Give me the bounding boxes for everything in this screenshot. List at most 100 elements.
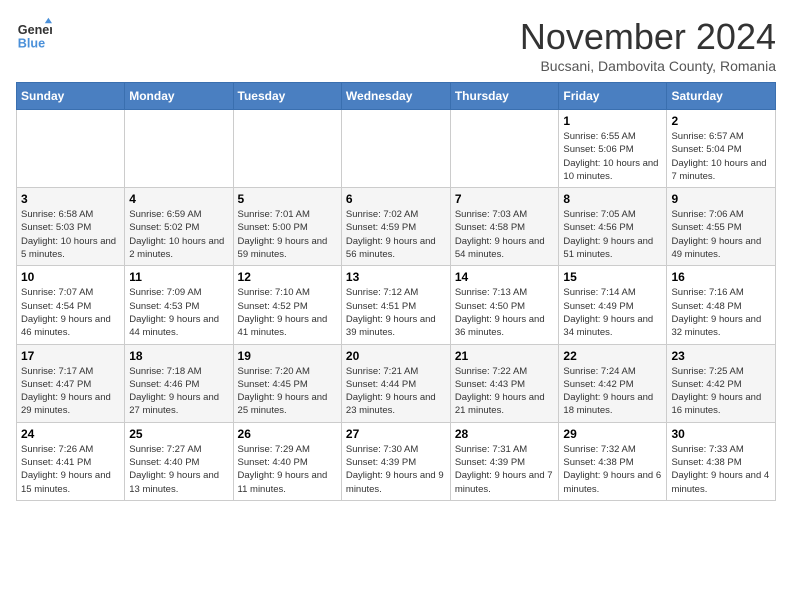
calendar-week-2: 10 Sunrise: 7:07 AM Sunset: 4:54 PM Dayli… — [17, 266, 776, 344]
day-info: Sunrise: 7:12 AM Sunset: 4:51 PM Dayligh… — [346, 286, 446, 339]
day-info: Sunrise: 7:16 AM Sunset: 4:48 PM Dayligh… — [671, 286, 771, 339]
calendar-body: 1 Sunrise: 6:55 AM Sunset: 5:06 PM Daylig… — [17, 110, 776, 501]
calendar-cell: 12Sunrise: 7:10 AM Sunset: 4:52 PM Dayli… — [233, 266, 341, 344]
day-number: 1 — [563, 114, 662, 128]
day-info: Sunrise: 7:14 AM Sunset: 4:49 PM Dayligh… — [563, 286, 662, 339]
calendar-cell: 8 Sunrise: 7:05 AM Sunset: 4:56 PM Daylig… — [559, 188, 667, 266]
day-number: 9 — [671, 192, 771, 206]
day-info: Sunrise: 7:09 AM Sunset: 4:53 PM Dayligh… — [129, 286, 228, 339]
day-number: 20 — [346, 349, 446, 363]
day-number: 28 — [455, 427, 555, 441]
calendar-cell: 21 Sunrise: 7:22 AM Sunset: 4:43 PM Dayli… — [450, 344, 559, 422]
calendar-week-1: 3 Sunrise: 6:58 AM Sunset: 5:03 PM Daylig… — [17, 188, 776, 266]
day-number: 7 — [455, 192, 555, 206]
calendar-cell: 15 Sunrise: 7:14 AM Sunset: 4:49 PM Dayli… — [559, 266, 667, 344]
day-info: Sunrise: 7:21 AM Sunset: 4:44 PM Dayligh… — [346, 365, 446, 418]
day-number: 14 — [455, 270, 555, 284]
calendar-cell: 25Sunrise: 7:27 AM Sunset: 4:40 PM Dayli… — [125, 422, 233, 500]
day-info: Sunrise: 7:17 AM Sunset: 4:47 PM Dayligh… — [21, 365, 120, 418]
day-info: Sunrise: 7:20 AM Sunset: 4:45 PM Dayligh… — [238, 365, 337, 418]
calendar-cell: 13 Sunrise: 7:12 AM Sunset: 4:51 PM Dayli… — [341, 266, 450, 344]
calendar-cell — [233, 110, 341, 188]
calendar-cell: 28Sunrise: 7:31 AM Sunset: 4:39 PM Dayli… — [450, 422, 559, 500]
day-number: 18 — [129, 349, 228, 363]
day-info: Sunrise: 6:59 AM Sunset: 5:02 PM Dayligh… — [129, 208, 228, 261]
day-number: 8 — [563, 192, 662, 206]
weekday-header-saturday: Saturday — [667, 83, 776, 110]
day-info: Sunrise: 7:18 AM Sunset: 4:46 PM Dayligh… — [129, 365, 228, 418]
title-block: November 2024 Bucsani, Dambovita County,… — [520, 16, 776, 74]
day-info: Sunrise: 7:26 AM Sunset: 4:41 PM Dayligh… — [21, 443, 120, 496]
day-info: Sunrise: 7:01 AM Sunset: 5:00 PM Dayligh… — [238, 208, 337, 261]
calendar-cell — [450, 110, 559, 188]
calendar-cell: 22 Sunrise: 7:24 AM Sunset: 4:42 PM Dayli… — [559, 344, 667, 422]
weekday-header-wednesday: Wednesday — [341, 83, 450, 110]
weekday-header-sunday: Sunday — [17, 83, 125, 110]
day-info: Sunrise: 7:05 AM Sunset: 4:56 PM Dayligh… — [563, 208, 662, 261]
calendar-cell: 7 Sunrise: 7:03 AM Sunset: 4:58 PM Daylig… — [450, 188, 559, 266]
logo-icon: General Blue — [16, 16, 52, 52]
calendar-week-4: 24 Sunrise: 7:26 AM Sunset: 4:41 PM Dayli… — [17, 422, 776, 500]
calendar-cell: 24 Sunrise: 7:26 AM Sunset: 4:41 PM Dayli… — [17, 422, 125, 500]
day-info: Sunrise: 6:55 AM Sunset: 5:06 PM Dayligh… — [563, 130, 662, 183]
calendar-cell: 5 Sunrise: 7:01 AM Sunset: 5:00 PM Daylig… — [233, 188, 341, 266]
day-number: 15 — [563, 270, 662, 284]
weekday-header-row: SundayMondayTuesdayWednesdayThursdayFrid… — [17, 83, 776, 110]
day-info: Sunrise: 7:24 AM Sunset: 4:42 PM Dayligh… — [563, 365, 662, 418]
calendar-header: SundayMondayTuesdayWednesdayThursdayFrid… — [17, 83, 776, 110]
day-number: 19 — [238, 349, 337, 363]
weekday-header-tuesday: Tuesday — [233, 83, 341, 110]
day-number: 10 — [21, 270, 120, 284]
weekday-header-thursday: Thursday — [450, 83, 559, 110]
calendar-cell: 14 Sunrise: 7:13 AM Sunset: 4:50 PM Dayli… — [450, 266, 559, 344]
calendar-cell — [341, 110, 450, 188]
day-number: 26 — [238, 427, 337, 441]
calendar-week-0: 1 Sunrise: 6:55 AM Sunset: 5:06 PM Daylig… — [17, 110, 776, 188]
calendar-cell: 30 Sunrise: 7:33 AM Sunset: 4:38 PM Dayli… — [667, 422, 776, 500]
day-number: 13 — [346, 270, 446, 284]
calendar-cell: 23Sunrise: 7:25 AM Sunset: 4:42 PM Dayli… — [667, 344, 776, 422]
day-info: Sunrise: 7:13 AM Sunset: 4:50 PM Dayligh… — [455, 286, 555, 339]
calendar-cell: 4 Sunrise: 6:59 AM Sunset: 5:02 PM Daylig… — [125, 188, 233, 266]
svg-text:General: General — [18, 23, 52, 37]
svg-text:Blue: Blue — [18, 37, 45, 51]
day-number: 21 — [455, 349, 555, 363]
weekday-header-monday: Monday — [125, 83, 233, 110]
calendar-cell: 11 Sunrise: 7:09 AM Sunset: 4:53 PM Dayli… — [125, 266, 233, 344]
calendar-cell: 19 Sunrise: 7:20 AM Sunset: 4:45 PM Dayli… — [233, 344, 341, 422]
calendar-cell: 17Sunrise: 7:17 AM Sunset: 4:47 PM Dayli… — [17, 344, 125, 422]
calendar-cell: 1 Sunrise: 6:55 AM Sunset: 5:06 PM Daylig… — [559, 110, 667, 188]
month-title: November 2024 — [520, 16, 776, 58]
day-info: Sunrise: 7:22 AM Sunset: 4:43 PM Dayligh… — [455, 365, 555, 418]
day-info: Sunrise: 7:02 AM Sunset: 4:59 PM Dayligh… — [346, 208, 446, 261]
day-info: Sunrise: 6:57 AM Sunset: 5:04 PM Dayligh… — [671, 130, 771, 183]
day-number: 27 — [346, 427, 446, 441]
calendar-cell — [17, 110, 125, 188]
calendar-table: SundayMondayTuesdayWednesdayThursdayFrid… — [16, 82, 776, 501]
calendar-cell: 2Sunrise: 6:57 AM Sunset: 5:04 PM Daylig… — [667, 110, 776, 188]
day-info: Sunrise: 6:58 AM Sunset: 5:03 PM Dayligh… — [21, 208, 120, 261]
day-info: Sunrise: 7:07 AM Sunset: 4:54 PM Dayligh… — [21, 286, 120, 339]
calendar-cell: 10 Sunrise: 7:07 AM Sunset: 4:54 PM Dayli… — [17, 266, 125, 344]
day-info: Sunrise: 7:29 AM Sunset: 4:40 PM Dayligh… — [238, 443, 337, 496]
day-number: 30 — [671, 427, 771, 441]
day-number: 22 — [563, 349, 662, 363]
day-number: 24 — [21, 427, 120, 441]
day-number: 3 — [21, 192, 120, 206]
day-number: 11 — [129, 270, 228, 284]
day-number: 4 — [129, 192, 228, 206]
calendar-week-3: 17Sunrise: 7:17 AM Sunset: 4:47 PM Dayli… — [17, 344, 776, 422]
calendar-cell: 9Sunrise: 7:06 AM Sunset: 4:55 PM Daylig… — [667, 188, 776, 266]
calendar-cell — [125, 110, 233, 188]
calendar-cell: 26 Sunrise: 7:29 AM Sunset: 4:40 PM Dayli… — [233, 422, 341, 500]
page-header: General Blue November 2024 Bucsani, Damb… — [16, 16, 776, 74]
day-info: Sunrise: 7:27 AM Sunset: 4:40 PM Dayligh… — [129, 443, 228, 496]
day-number: 5 — [238, 192, 337, 206]
day-info: Sunrise: 7:30 AM Sunset: 4:39 PM Dayligh… — [346, 443, 446, 496]
calendar-cell: 6Sunrise: 7:02 AM Sunset: 4:59 PM Daylig… — [341, 188, 450, 266]
logo: General Blue — [16, 16, 52, 52]
day-info: Sunrise: 7:33 AM Sunset: 4:38 PM Dayligh… — [671, 443, 771, 496]
day-number: 23 — [671, 349, 771, 363]
calendar-cell: 27 Sunrise: 7:30 AM Sunset: 4:39 PM Dayli… — [341, 422, 450, 500]
day-info: Sunrise: 7:03 AM Sunset: 4:58 PM Dayligh… — [455, 208, 555, 261]
